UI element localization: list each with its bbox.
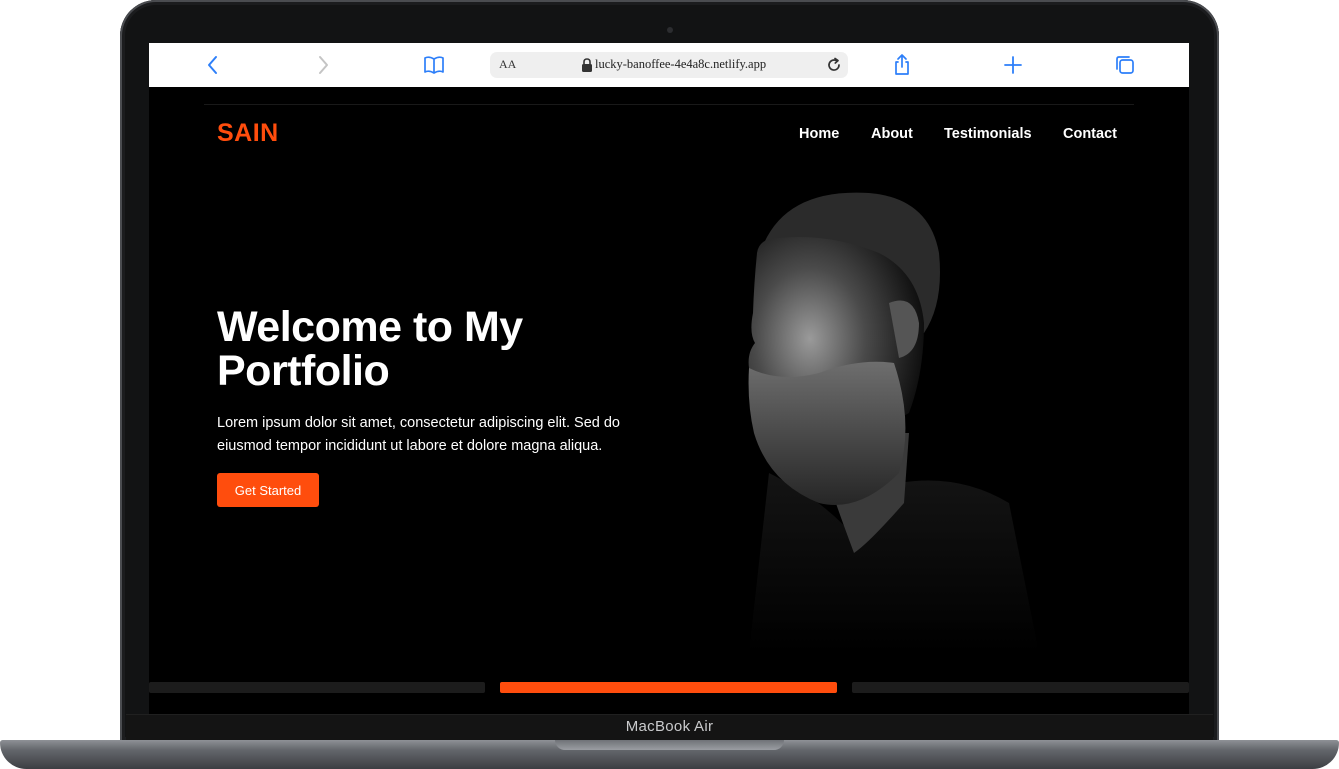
hero-description: Lorem ipsum dolor sit amet, consectetur … bbox=[217, 415, 620, 454]
hero-portrait-image bbox=[748, 192, 1039, 653]
address-bar[interactable]: AA lucky-banoffee-4e4a8c.netlify.app bbox=[490, 52, 848, 78]
get-started-button[interactable]: Get Started bbox=[217, 473, 319, 507]
slider-indicator-1[interactable] bbox=[149, 682, 485, 693]
text-size-button[interactable]: AA bbox=[499, 57, 516, 72]
tabs-icon[interactable] bbox=[1113, 53, 1137, 77]
header-divider bbox=[204, 104, 1134, 105]
hero-title: Welcome to My Portfolio bbox=[217, 303, 523, 395]
lock-icon bbox=[582, 58, 592, 72]
slider-indicator-2-active[interactable] bbox=[500, 682, 837, 693]
chevron-left-icon[interactable] bbox=[201, 53, 225, 77]
nav-contact[interactable]: Contact bbox=[1063, 126, 1117, 142]
laptop-screen: AA lucky-banoffee-4e4a8c.netlify.app SAI… bbox=[149, 43, 1189, 714]
book-icon[interactable] bbox=[422, 53, 446, 77]
nav-about[interactable]: About bbox=[871, 126, 913, 142]
chevron-right-icon[interactable] bbox=[311, 53, 335, 77]
nav-home[interactable]: Home bbox=[799, 126, 839, 142]
plus-icon[interactable] bbox=[1001, 53, 1025, 77]
reload-icon[interactable] bbox=[825, 56, 843, 74]
slider-indicator-3[interactable] bbox=[852, 682, 1189, 693]
share-icon[interactable] bbox=[890, 53, 914, 77]
device-label: MacBook Air bbox=[625, 718, 714, 735]
nav-testimonials[interactable]: Testimonials bbox=[944, 126, 1032, 142]
url-text: lucky-banoffee-4e4a8c.netlify.app bbox=[595, 57, 767, 71]
browser-toolbar: AA lucky-banoffee-4e4a8c.netlify.app bbox=[149, 43, 1189, 87]
laptop-notch bbox=[555, 740, 784, 750]
camera-icon bbox=[667, 27, 673, 33]
main-nav: Home About Testimonials Contact bbox=[149, 126, 1189, 146]
